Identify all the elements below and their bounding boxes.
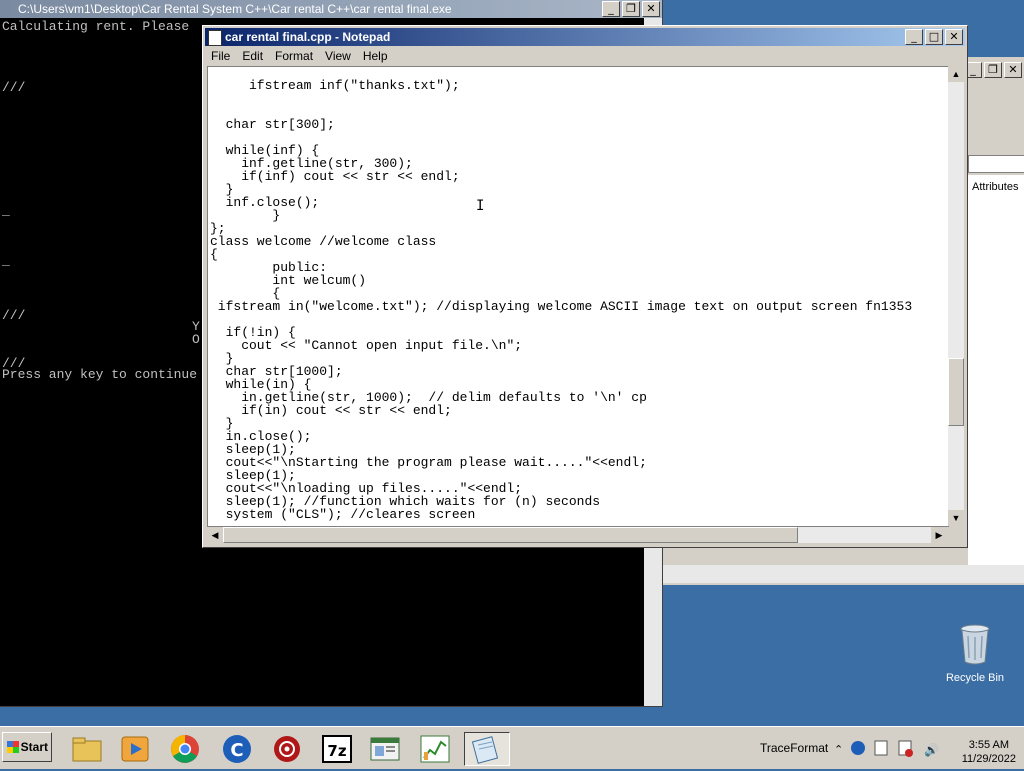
hscroll-thumb[interactable] xyxy=(223,527,798,543)
notepad-app-icon xyxy=(208,30,222,46)
explorer-taskbar-icon[interactable] xyxy=(68,732,106,766)
scroll-thumb[interactable] xyxy=(948,358,964,426)
notepad-caption-buttons: _ □ ✕ xyxy=(905,29,963,45)
app-window-taskbar-icon[interactable] xyxy=(366,732,404,766)
scroll-left-icon[interactable]: ◀ xyxy=(207,527,223,543)
console-title: C:\Users\vm1\Desktop\Car Rental System C… xyxy=(0,0,662,18)
menu-help[interactable]: Help xyxy=(357,47,394,65)
attributes-pane xyxy=(968,175,1024,575)
scroll-down-icon[interactable]: ▼ xyxy=(948,510,964,526)
console-line: _ xyxy=(2,203,10,218)
notepad-titlebar: car rental final.cpp - Notepad xyxy=(205,28,965,46)
media-player-taskbar-icon[interactable] xyxy=(116,732,154,766)
svg-text:C: C xyxy=(230,740,243,761)
minimize-icon[interactable]: _ xyxy=(905,29,923,45)
clock-date: 11/29/2022 xyxy=(961,753,1016,765)
menu-format[interactable]: Format xyxy=(269,47,319,65)
console-line: /// xyxy=(2,308,26,323)
console-line: Calculating rent. Please xyxy=(2,19,190,34)
notepad-horizontal-scrollbar[interactable]: ◀ ▶ xyxy=(207,527,947,543)
start-button[interactable]: Start xyxy=(2,732,52,762)
chrome-taskbar-icon[interactable] xyxy=(166,732,204,766)
notepad-title: car rental final.cpp - Notepad xyxy=(225,30,391,44)
recycle-bin[interactable]: Recycle Bin xyxy=(944,624,1006,684)
source-code[interactable]: ifstream inf("thanks.txt"); char str[300… xyxy=(210,79,912,521)
notepad-menubar: File Edit Format View Help xyxy=(205,47,965,65)
restore-icon[interactable]: ❐ xyxy=(984,62,1002,78)
notepad-text-area[interactable]: ifstream inf("thanks.txt"); char str[300… xyxy=(207,66,949,527)
attributes-header[interactable]: Attributes xyxy=(972,181,1018,193)
minimize-icon[interactable]: _ xyxy=(602,1,620,17)
menu-edit[interactable]: Edit xyxy=(236,47,269,65)
taskbar: Start C 7z TraceFormat ⌃ 🔊 3:55 AM 11/29… xyxy=(0,726,1024,769)
clock-time: 3:55 AM xyxy=(968,739,1010,751)
clock[interactable]: 3:55 AM 11/29/2022 xyxy=(962,738,1016,766)
recovery-tool-taskbar-icon[interactable] xyxy=(268,732,306,766)
notepad-vertical-scrollbar[interactable]: ▲ ▼ xyxy=(948,66,964,526)
ccleaner-taskbar-icon[interactable]: C xyxy=(218,732,256,766)
bg-caption-buttons: _ ❐ ✕ xyxy=(964,62,1022,78)
close-icon[interactable]: ✕ xyxy=(642,1,660,17)
text-cursor-icon: I xyxy=(476,198,485,214)
tray-label[interactable]: TraceFormat xyxy=(760,741,828,755)
system-tray: ⌃ 🔊 3:55 AM 11/29/2022 xyxy=(824,733,1022,765)
console-line: _ xyxy=(2,253,10,268)
notepad-taskbar-icon[interactable] xyxy=(464,732,510,766)
svg-text:7z: 7z xyxy=(327,742,346,760)
restore-icon[interactable]: ❐ xyxy=(622,1,640,17)
svg-text:⌃: ⌃ xyxy=(834,743,843,756)
scroll-right-icon[interactable]: ▶ xyxy=(931,527,947,543)
console-line: /// xyxy=(2,80,26,95)
console-char: O xyxy=(192,332,200,347)
recycle-bin-icon xyxy=(960,624,990,666)
chart-app-taskbar-icon[interactable] xyxy=(416,732,454,766)
close-icon[interactable]: ✕ xyxy=(1004,62,1022,78)
menu-file[interactable]: File xyxy=(205,47,236,65)
close-icon[interactable]: ✕ xyxy=(945,29,963,45)
windows-logo-icon xyxy=(7,741,19,753)
7zip-taskbar-icon[interactable]: 7z xyxy=(318,732,356,766)
scroll-up-icon[interactable]: ▲ xyxy=(948,66,964,82)
bg-horizontal-scrollbar[interactable] xyxy=(663,565,1024,583)
start-label: Start xyxy=(20,740,48,754)
maximize-icon[interactable]: □ xyxy=(925,29,943,45)
console-caption-buttons: _ ❐ ✕ xyxy=(602,1,660,17)
bg-combo-box[interactable] xyxy=(968,155,1024,173)
notepad-window[interactable]: car rental final.cpp - Notepad _ □ ✕ Fil… xyxy=(202,25,968,548)
console-line: Press any key to continue xyxy=(2,367,198,382)
recycle-bin-label: Recycle Bin xyxy=(945,672,1005,684)
svg-text:🔊: 🔊 xyxy=(924,742,939,757)
menu-view[interactable]: View xyxy=(319,47,357,65)
